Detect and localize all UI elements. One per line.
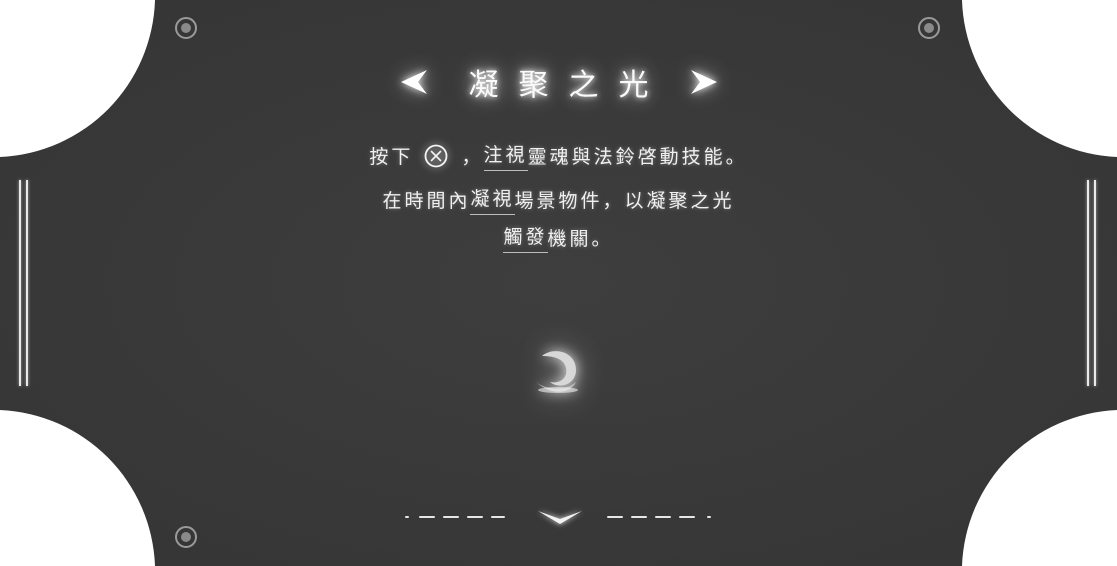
title-row: 凝聚之光 [0,54,1117,110]
corner-screw-icon [918,17,940,39]
instruction-text: 機關。 [547,228,614,250]
highlighted-term: 凝視 [470,184,515,215]
instruction-text: 按下 [369,146,414,168]
instruction-text: 在時間內 [382,190,471,212]
corner-screw-icon [175,17,197,39]
chevron-right-icon [690,70,717,94]
instruction-text: 靈魂與法鈴啓動技能。 [527,146,748,168]
cross-button-icon [425,144,448,167]
instruction-line-1: 按下 ，注視靈魂與法鈴啓動技能。 [0,140,1117,171]
corner-screw-icon [175,526,197,548]
instruction-text: 場景物件，以凝聚之光 [514,190,735,212]
instruction-line-3: 觸發機關。 [0,222,1117,253]
highlighted-term: 觸發 [503,222,548,253]
scroll-down-indicator[interactable] [400,504,720,534]
chevron-left-icon [400,70,427,94]
soul-swirl-icon [536,351,578,393]
tutorial-screen: 凝聚之光 按下 ，注視靈魂與法鈴啓動技能。 在時間內凝視場景物件，以凝聚之光 觸… [0,0,1117,566]
instruction-text: ， [461,146,484,168]
highlighted-term: 注視 [483,140,528,171]
page-title: 凝聚之光 [468,68,669,103]
chevron-down-icon [538,511,582,524]
instruction-line-2: 在時間內凝視場景物件，以凝聚之光 [0,184,1117,215]
